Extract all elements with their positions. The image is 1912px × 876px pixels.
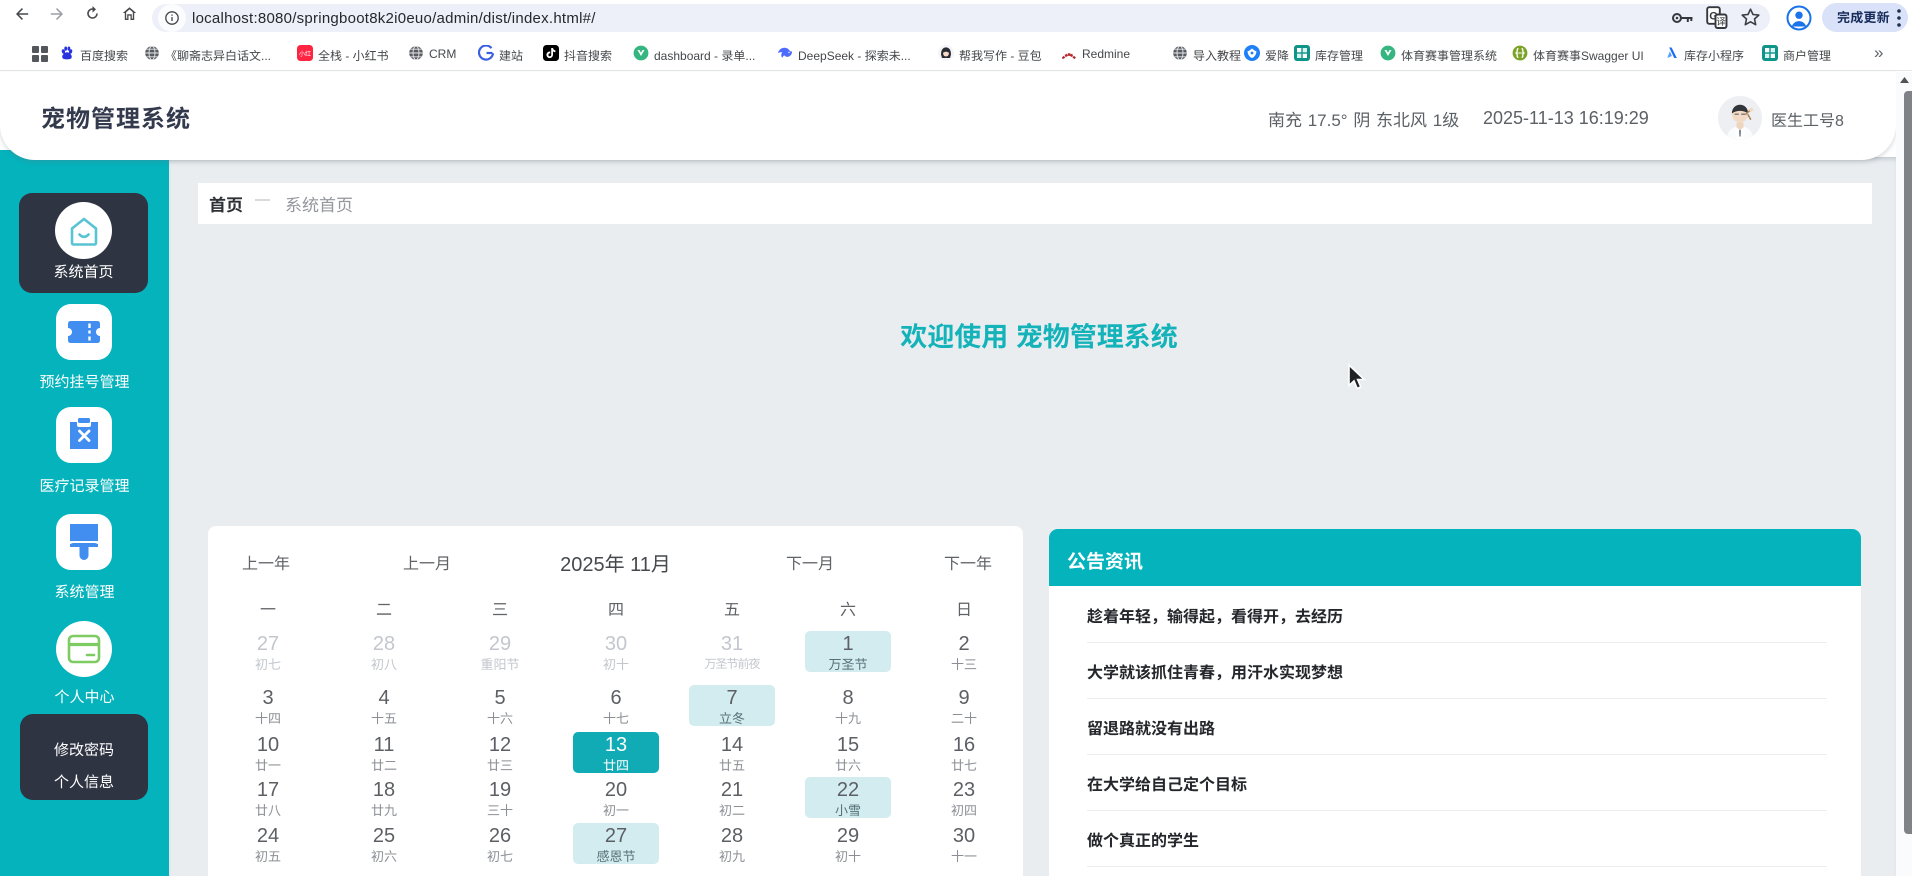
svg-text:小红: 小红: [299, 50, 311, 58]
svg-text:译: 译: [1716, 14, 1726, 28]
